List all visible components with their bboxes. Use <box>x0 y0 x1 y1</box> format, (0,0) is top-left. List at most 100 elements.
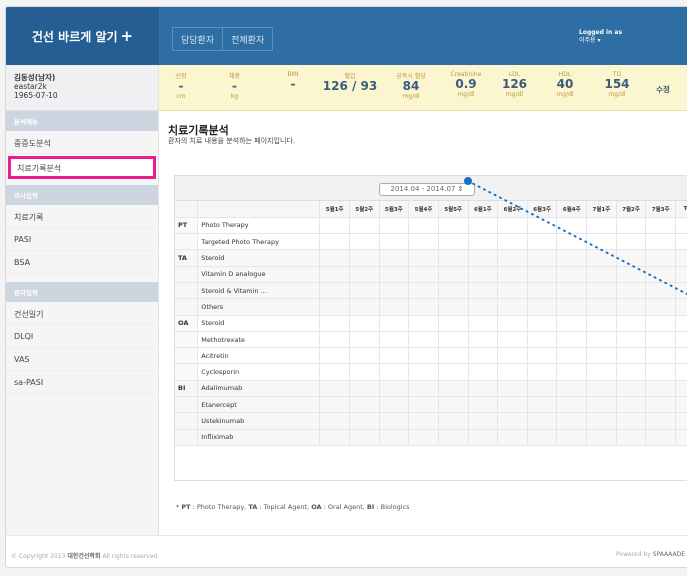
sidebar-item-treatment-analysis[interactable]: 치료기록분석 <box>8 156 156 179</box>
login-label: Logged in as <box>579 29 623 36</box>
row-total: 0 <box>675 331 687 349</box>
week-cell <box>468 315 499 332</box>
week-cell <box>616 233 647 251</box>
week-cell <box>527 233 558 251</box>
week-cell <box>616 363 647 381</box>
week-cell <box>556 298 588 316</box>
plus-icon: + <box>120 27 134 45</box>
week-cell <box>645 233 677 251</box>
row-total: 0 <box>675 233 687 251</box>
vital-creatinine: Creatinine 0.9 mg/dl <box>450 71 482 98</box>
table-row: BIAdalimumab 0 <box>175 380 687 398</box>
row-group: BI <box>175 380 199 398</box>
user-menu[interactable]: Logged in as 이주용 ▾ <box>579 29 622 45</box>
week-cell <box>645 249 677 267</box>
week-cell <box>379 249 410 267</box>
week-cell <box>379 298 410 316</box>
vital-weight: 체중 - kg <box>228 73 241 100</box>
week-cell <box>408 282 439 300</box>
row-group <box>175 233 199 251</box>
week-cell <box>349 429 380 446</box>
week-cell <box>616 315 647 332</box>
week-cell <box>645 412 677 430</box>
week-cell <box>379 217 410 235</box>
week-cell <box>527 315 558 332</box>
table-header-row: 5월1주 5월2주 5월3주 5월4주 5월5주 6월1주 6월2주 6월3주 6월4주 7월1주… <box>175 201 687 218</box>
week-cell <box>408 396 439 414</box>
week-cell <box>319 233 350 251</box>
week-cell <box>319 380 350 398</box>
row-total: 0 <box>675 396 687 414</box>
week-cell <box>468 298 499 316</box>
week-cell <box>586 315 617 332</box>
edit-vitals[interactable]: 수정 <box>643 65 683 110</box>
week-cell <box>586 249 617 267</box>
sidebar-item-bsa[interactable]: BSA <box>6 251 158 274</box>
week-cell <box>497 363 528 381</box>
week-cell <box>645 429 677 446</box>
week-cell <box>497 298 528 316</box>
week-cell <box>349 298 380 316</box>
week-cell <box>379 233 410 251</box>
row-name: Targeted Photo Therapy <box>197 233 321 251</box>
week-cell <box>645 396 677 414</box>
week-cell <box>468 396 499 414</box>
week-cell <box>645 363 677 381</box>
tab-my-patients[interactable]: 담당환자 <box>173 28 224 50</box>
week-cell <box>349 380 380 398</box>
week-cell <box>556 266 588 283</box>
week-cell <box>556 331 588 349</box>
week-cell <box>527 331 558 349</box>
row-name: Etanercept <box>197 396 321 414</box>
week-cell <box>586 363 617 381</box>
footer: © Copyright 2013 대한건선학회 All rights reser… <box>6 535 687 567</box>
sidebar-item-dlqi[interactable]: DLQI <box>6 325 158 348</box>
row-total: 0 <box>675 217 687 235</box>
sidebar-item-severity-analysis[interactable]: 중증도분석 <box>6 131 158 154</box>
week-cell <box>319 298 350 316</box>
week-cell <box>616 331 647 349</box>
week-cell <box>379 315 410 332</box>
column-header: 5월3주 <box>379 201 410 218</box>
sidebar-item-treatment-record[interactable]: 치료기록 <box>6 205 158 228</box>
row-total: 0 <box>675 282 687 300</box>
week-cell <box>556 233 588 251</box>
sidebar: 김동성(남자) eastar2k 1965-07-10 분석메뉴 중증도분석 치… <box>6 65 159 535</box>
week-cell <box>497 429 528 446</box>
sidebar-item-sa-pasi[interactable]: sa-PASI <box>6 371 158 394</box>
week-cell <box>527 347 558 365</box>
row-name: Methotrexate <box>197 331 321 349</box>
row-total: 0 <box>675 412 687 430</box>
sidebar-item-diary[interactable]: 건선일기 <box>6 302 158 325</box>
logo-text: 건선 바르게 알기 <box>31 29 118 44</box>
week-cell <box>468 233 499 251</box>
week-cell <box>319 282 350 300</box>
vital-tg: TG 154 mg/dl <box>604 71 630 98</box>
patient-id: eastar2k <box>14 82 47 91</box>
row-name: Cyclosporin <box>197 363 321 381</box>
column-header: 7월3주 <box>645 201 677 218</box>
sidebar-item-vas[interactable]: VAS <box>6 348 158 371</box>
week-cell <box>319 217 350 235</box>
patient-dob: 1965-07-10 <box>14 91 58 100</box>
week-cell <box>379 363 410 381</box>
week-cell <box>497 412 528 430</box>
week-cell <box>438 249 469 267</box>
app-logo[interactable]: 건선 바르게 알기 + <box>6 7 159 65</box>
sidebar-item-pasi[interactable]: PASI <box>6 228 158 251</box>
week-cell <box>586 380 617 398</box>
table-row: Acitretin 0 <box>175 347 687 365</box>
week-cell <box>349 217 380 235</box>
week-cell <box>408 249 439 267</box>
table-row: OASteroid 0 <box>175 315 687 332</box>
week-cell <box>408 217 439 235</box>
week-cell <box>438 282 469 300</box>
week-cell <box>527 298 558 316</box>
week-cell <box>556 249 588 267</box>
row-group <box>175 429 199 446</box>
tab-all-patients[interactable]: 전체환자 <box>223 28 272 50</box>
week-cell <box>468 412 499 430</box>
date-range-select[interactable]: 2014.04 - 2014.07 ⇕ <box>379 183 475 196</box>
edit-button[interactable]: 수정 <box>643 71 683 95</box>
legend-note: * PT : Photo Therapy, TA : Topical Agent… <box>176 503 410 511</box>
